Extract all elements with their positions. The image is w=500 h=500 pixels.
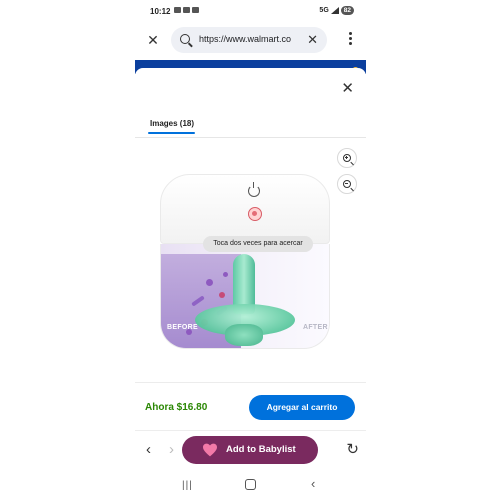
home-icon[interactable] xyxy=(245,479,256,490)
add-to-babylist-button[interactable]: Add to Babylist xyxy=(182,436,318,464)
add-to-cart-button[interactable]: Agregar al carrito xyxy=(249,395,355,420)
forward-icon[interactable]: › xyxy=(169,442,174,457)
recents-icon[interactable]: ||| xyxy=(182,480,193,491)
clear-url-icon[interactable]: ✕ xyxy=(307,33,318,46)
zoom-in-icon xyxy=(343,154,351,162)
notification-icons xyxy=(174,7,199,13)
power-icon xyxy=(248,182,260,197)
current-price: Ahora $16.80 xyxy=(145,402,208,413)
germ-icon xyxy=(219,292,225,298)
product-image[interactable]: BEFORE AFTER xyxy=(155,174,335,374)
price-divider xyxy=(135,382,366,383)
germ-icon xyxy=(223,272,228,277)
search-icon xyxy=(180,34,190,44)
germ-icon xyxy=(206,279,213,286)
pacifier-handle xyxy=(225,324,263,346)
reload-icon[interactable]: ↻ xyxy=(346,442,359,457)
status-right: 5G 82 xyxy=(319,6,354,15)
before-label: BEFORE xyxy=(167,324,198,331)
zoom-in-button[interactable] xyxy=(337,148,357,168)
tab-divider xyxy=(135,137,366,138)
cloud-icon xyxy=(183,7,190,13)
image-viewer-modal: ✕ Images (18) BEFORE AFTER Toca dos vece… xyxy=(135,68,366,430)
after-label: AFTER xyxy=(303,324,328,331)
babylist-label: Add to Babylist xyxy=(226,444,296,455)
sterilizer-lid xyxy=(160,174,330,244)
zoom-out-button[interactable] xyxy=(337,174,357,194)
tab-images[interactable]: Images (18) xyxy=(150,119,194,128)
heart-icon xyxy=(203,443,217,457)
network-label: 5G xyxy=(319,7,329,14)
browser-toolbar: ‹ › Add to Babylist ↻ xyxy=(135,430,366,468)
tab-active-indicator xyxy=(148,132,195,134)
status-time: 10:12 xyxy=(150,7,171,16)
battery-icon: 82 xyxy=(340,6,354,15)
system-back-icon[interactable]: ‹ xyxy=(311,476,315,491)
status-bar: 10:12 5G 82 xyxy=(135,0,366,22)
more-vertical-icon[interactable] xyxy=(348,32,352,45)
close-icon[interactable]: ✕ xyxy=(146,33,160,47)
android-navigation-bar: ||| ‹ xyxy=(135,470,366,500)
screenshot-icon xyxy=(192,7,199,13)
url-field[interactable]: https://www.walmart.co ✕ xyxy=(171,27,327,53)
notification-icon xyxy=(174,7,181,13)
signal-icon xyxy=(330,7,339,14)
back-icon[interactable]: ‹ xyxy=(146,442,151,457)
modal-close-icon[interactable]: ✕ xyxy=(341,81,354,96)
indicator-light xyxy=(248,207,262,221)
url-text[interactable]: https://www.walmart.co xyxy=(199,34,297,44)
zoom-out-icon xyxy=(343,180,351,188)
phone-screen: 10:12 5G 82 ✕ https://www.walmart.co ✕ ✕… xyxy=(135,0,366,500)
zoom-hint-tooltip: Toca dos veces para acercar xyxy=(203,236,313,252)
address-bar-row: ✕ https://www.walmart.co ✕ xyxy=(135,27,366,53)
